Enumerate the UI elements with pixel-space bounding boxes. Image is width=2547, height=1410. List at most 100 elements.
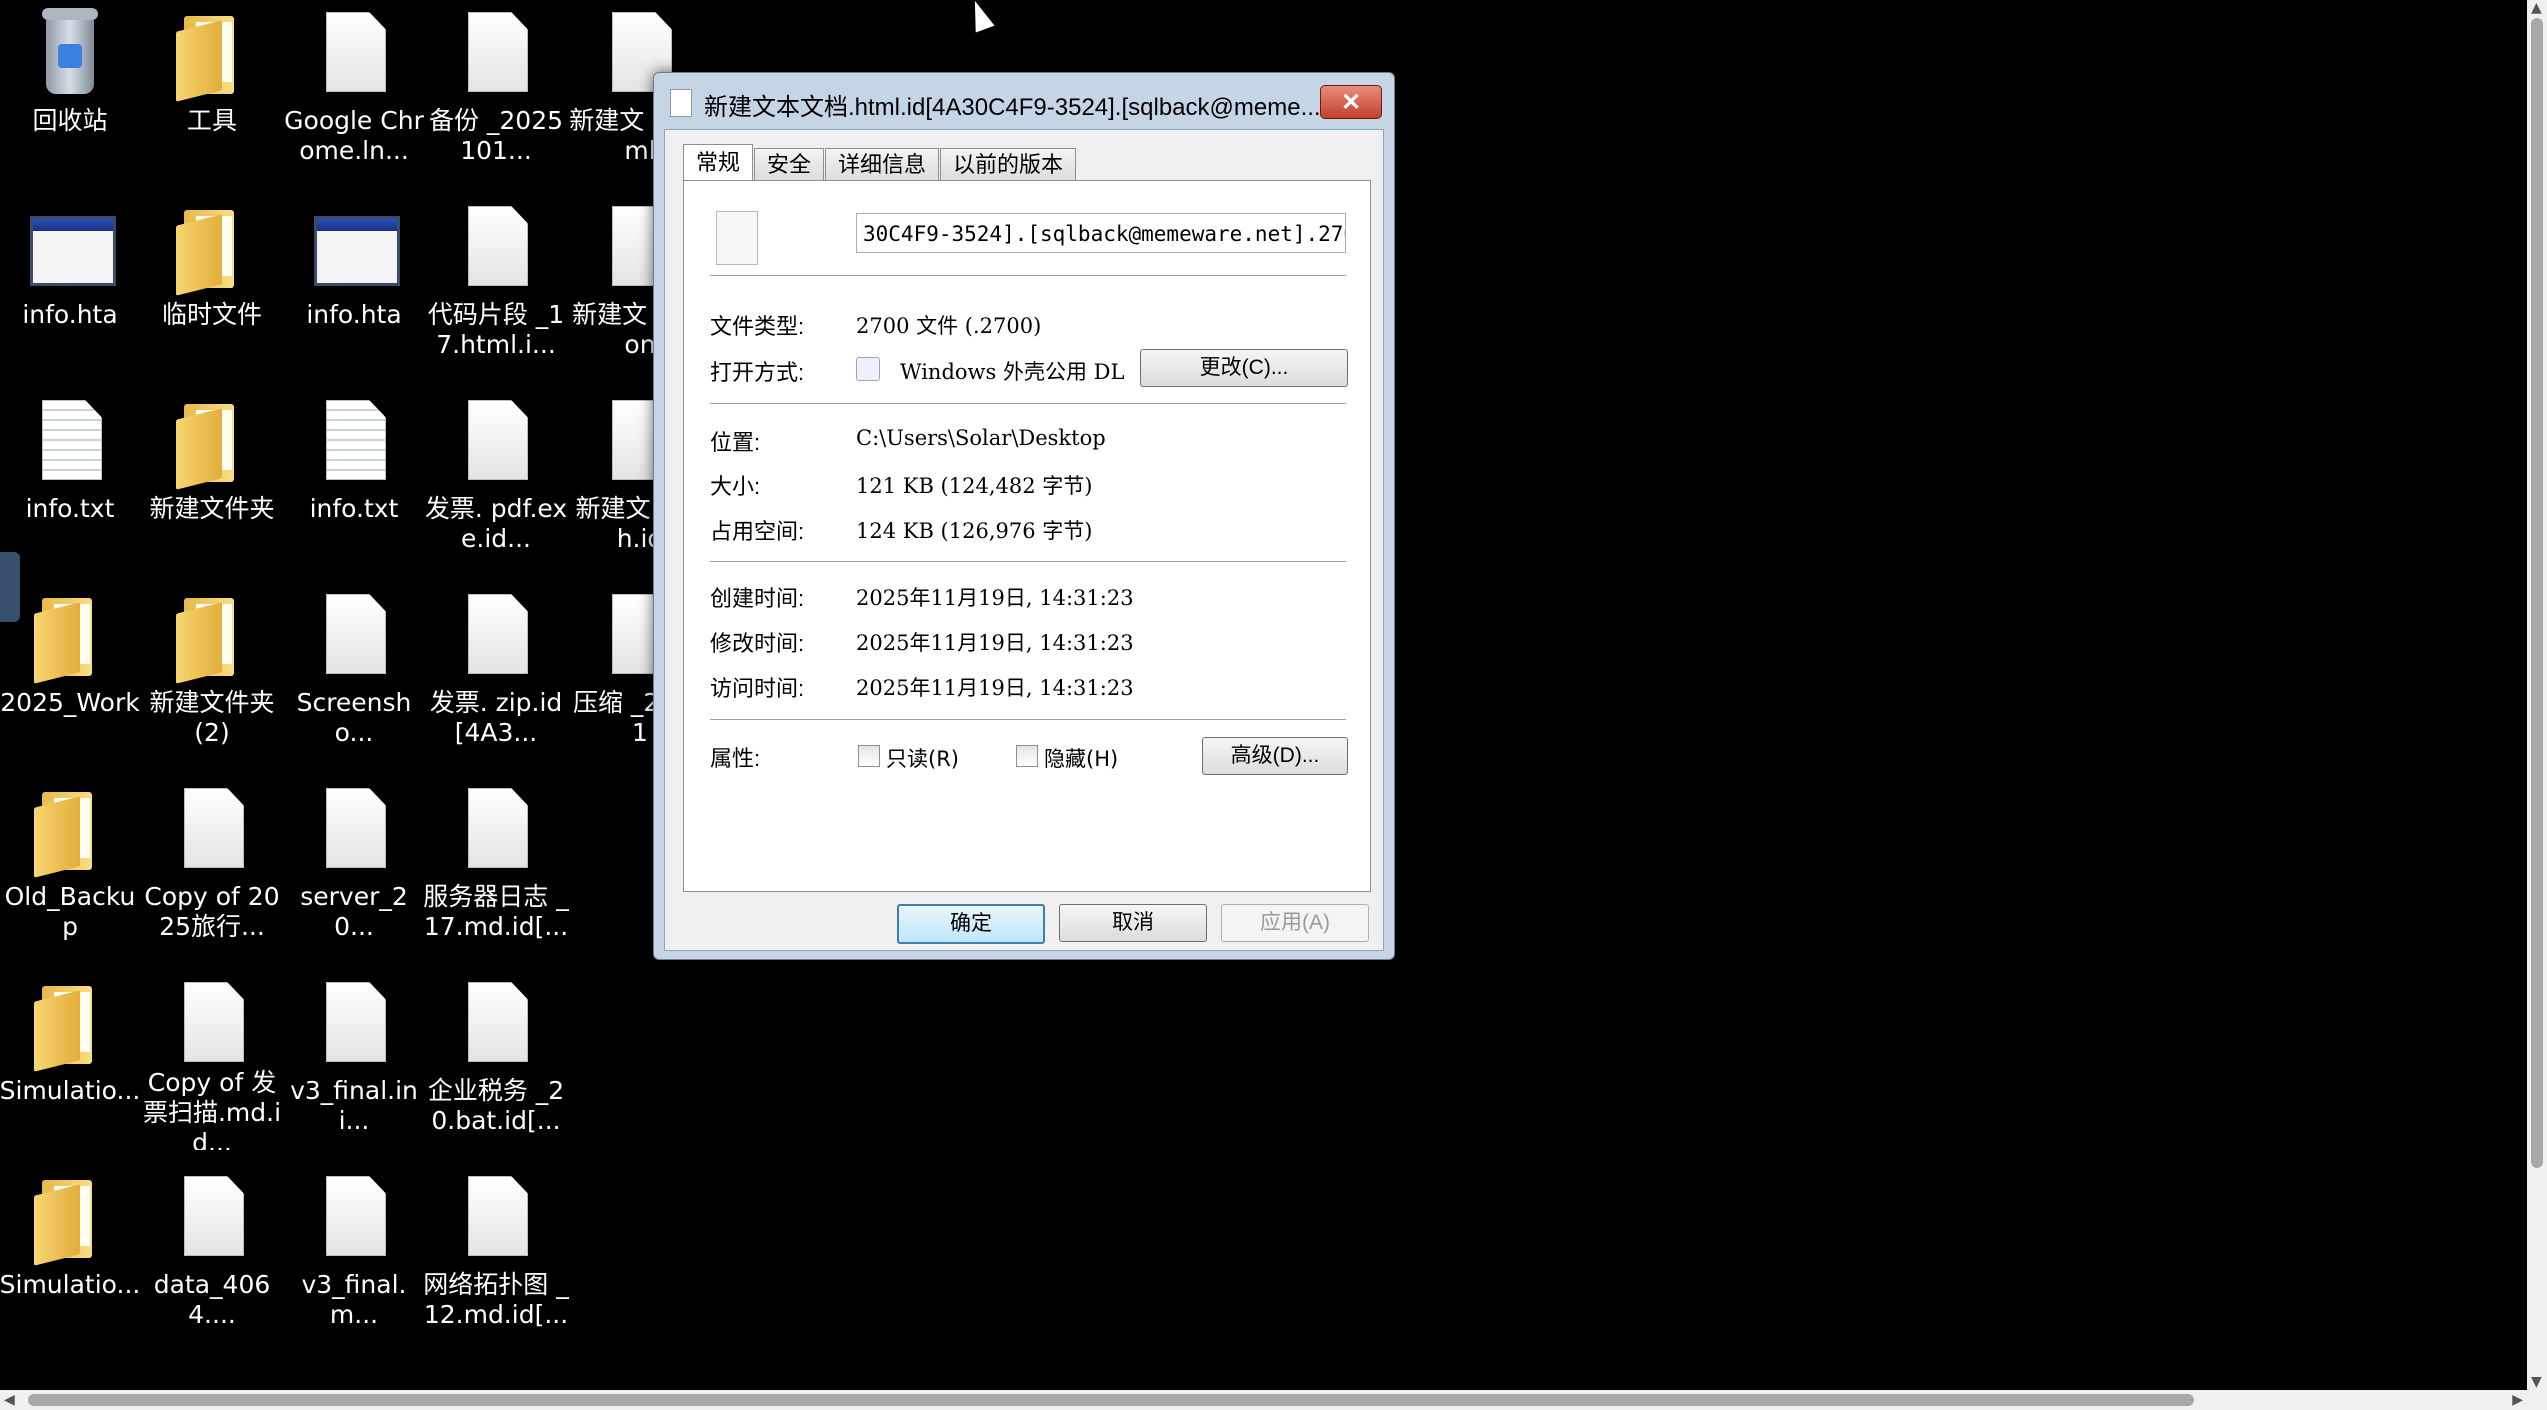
scroll-right-arrow-icon[interactable]: ▶ — [2512, 1392, 2523, 1408]
accessed-value: 2025年11月19日, 14:31:23 — [856, 676, 1134, 700]
desktop-item[interactable]: Google Chrome.ln... — [284, 0, 424, 180]
text-file-icon — [326, 400, 386, 480]
divider — [710, 561, 1346, 563]
desktop-item-label: Old_Backup — [4, 882, 136, 941]
scroll-up-arrow-icon[interactable]: ▲ — [2531, 0, 2542, 16]
horizontal-scrollbar[interactable]: ◀ ▶ — [0, 1390, 2547, 1410]
desktop-item[interactable]: v3_final.m... — [284, 1164, 424, 1344]
tab-details[interactable]: 详细信息 — [825, 148, 940, 181]
desktop-item[interactable]: 发票. pdf.exe.id... — [424, 388, 568, 568]
folder-icon — [34, 598, 104, 684]
desktop-item[interactable]: 企业税务 _20.bat.id[... — [426, 970, 566, 1150]
cancel-button[interactable]: 取消 — [1059, 904, 1207, 942]
folder-icon — [34, 1180, 104, 1266]
readonly-checkbox[interactable] — [858, 745, 880, 767]
desktop-item[interactable]: data_4064.... — [142, 1164, 282, 1344]
file-icon — [184, 788, 244, 868]
desktop-item-label: 临时文件 — [161, 300, 262, 329]
tab-previous-versions[interactable]: 以前的版本 — [940, 148, 1077, 181]
desktop-item-label: v3_final.ini... — [290, 1076, 418, 1135]
desktop-item-label: info.txt — [309, 494, 399, 523]
readonly-label[interactable]: 只读(R) — [886, 743, 959, 773]
tab-security[interactable]: 安全 — [754, 148, 825, 181]
dialog-title: 新建文本文档.html.id[4A30C4F9-3524].[sqlback@m… — [704, 94, 1321, 121]
filename-input[interactable]: 30C4F9-3524].[sqlback@memeware.net].2700 — [856, 213, 1346, 253]
location-label: 位置: — [710, 430, 761, 455]
created-value: 2025年11月19日, 14:31:23 — [856, 586, 1134, 610]
dialog-body: 常规 安全 详细信息 以前的版本 30C4F9-3524].[sqlback@m… — [664, 129, 1384, 951]
hidden-checkbox[interactable] — [1016, 745, 1038, 767]
file-type-label: 文件类型: — [710, 314, 805, 339]
desktop-item[interactable]: server_20... — [284, 776, 424, 956]
desktop-item[interactable]: Simulatio... — [0, 1164, 140, 1344]
desktop-item-label: 发票. pdf.exe.id... — [424, 494, 568, 553]
vertical-scroll-thumb[interactable] — [2531, 18, 2543, 1168]
created-label: 创建时间: — [710, 586, 805, 611]
scroll-down-arrow-icon[interactable]: ▼ — [2531, 1374, 2542, 1390]
desktop-item-label: 新建文件夹 — [149, 494, 275, 523]
desktop-item[interactable]: 2025_Work — [0, 582, 140, 762]
tab-general[interactable]: 常规 — [683, 144, 754, 181]
desktop-item[interactable]: 代码片段 _17.html.i... — [426, 194, 566, 374]
disk-size-value: 124 KB (126,976 字节) — [856, 519, 1093, 543]
file-icon — [326, 982, 386, 1062]
desktop-item[interactable]: Copy of 2025旅行... — [142, 776, 282, 956]
properties-dialog: 新建文本文档.html.id[4A30C4F9-3524].[sqlback@m… — [653, 72, 1395, 960]
desktop-item[interactable]: 新建文件夹 (2) — [142, 582, 282, 762]
desktop-item[interactable]: 临时文件 — [142, 194, 282, 374]
change-button[interactable]: 更改(C)... — [1140, 349, 1348, 387]
hta-window-icon — [30, 216, 116, 286]
desktop-item-label: Google Chrome.ln... — [284, 106, 424, 165]
desktop-item-label: Simulatio... — [0, 1270, 141, 1299]
close-button[interactable]: ✕ — [1320, 85, 1382, 119]
location-value: C:\Users\Solar\Desktop — [856, 426, 1106, 450]
desktop-item[interactable]: 回收站 — [0, 0, 140, 180]
desktop-item[interactable]: info.hta — [0, 194, 140, 374]
dialog-titlebar[interactable]: 新建文本文档.html.id[4A30C4F9-3524].[sqlback@m… — [654, 73, 1394, 127]
horizontal-scroll-thumb[interactable] — [28, 1394, 2194, 1406]
file-icon — [468, 594, 528, 674]
desktop-item[interactable]: info.txt — [284, 388, 424, 568]
desktop-item[interactable]: 网络拓扑图 _12.md.id[... — [423, 1164, 569, 1344]
modified-label: 修改时间: — [710, 631, 805, 656]
desktop-item[interactable]: Old_Backup — [0, 776, 140, 956]
desktop-item-label: 新建文件夹 (2) — [149, 688, 275, 747]
desktop-item[interactable]: Copy of 发票扫描.md.id... — [142, 970, 282, 1150]
desktop-item-label: info.txt — [25, 494, 115, 523]
hidden-label[interactable]: 隐藏(H) — [1044, 743, 1118, 773]
desktop-item[interactable]: info.hta — [284, 194, 424, 374]
desktop-item-label: Simulatio... — [0, 1076, 141, 1105]
desktop-item[interactable]: info.txt — [0, 388, 140, 568]
scroll-left-arrow-icon[interactable]: ◀ — [4, 1392, 15, 1408]
side-panel-handle[interactable] — [0, 552, 20, 622]
file-icon — [326, 12, 386, 92]
folder-icon — [34, 792, 104, 878]
text-file-icon — [42, 400, 102, 480]
vertical-scrollbar[interactable]: ▲ ▼ — [2527, 0, 2547, 1390]
desktop-item[interactable]: 服务器日志 _17.md.id[... — [423, 776, 569, 956]
desktop-item[interactable]: 工具 — [142, 0, 282, 180]
desktop-item-label: 发票. zip.id[4A3... — [429, 688, 563, 747]
desktop-item-label: 工具 — [186, 106, 237, 135]
desktop-item-label: info.hta — [306, 300, 402, 329]
desktop-item[interactable]: Simulatio... — [0, 970, 140, 1150]
folder-icon — [176, 598, 246, 684]
ok-button[interactable]: 确定 — [897, 904, 1045, 944]
general-panel: 30C4F9-3524].[sqlback@memeware.net].2700… — [683, 180, 1371, 892]
file-icon — [468, 12, 528, 92]
size-label: 大小: — [710, 474, 761, 499]
desktop-item-label: 服务器日志 _17.md.id[... — [423, 882, 569, 941]
advanced-button[interactable]: 高级(D)... — [1202, 737, 1348, 775]
file-type-icon — [716, 211, 758, 265]
file-icon — [184, 1176, 244, 1256]
desktop-item-label: info.hta — [22, 300, 118, 329]
desktop-item[interactable]: v3_final.ini... — [284, 970, 424, 1150]
desktop-item-label: 备份 _2025101... — [428, 106, 564, 165]
desktop-item-label: 2025_Work — [0, 688, 140, 717]
desktop-item[interactable]: 发票. zip.id[4A3... — [426, 582, 566, 762]
desktop-item[interactable]: 新建文件夹 — [142, 388, 282, 568]
desktop-item[interactable]: Screensho... — [284, 582, 424, 762]
desktop-item[interactable]: 备份 _2025101... — [426, 0, 566, 180]
file-icon — [670, 89, 692, 117]
apply-button[interactable]: 应用(A) — [1221, 904, 1369, 942]
